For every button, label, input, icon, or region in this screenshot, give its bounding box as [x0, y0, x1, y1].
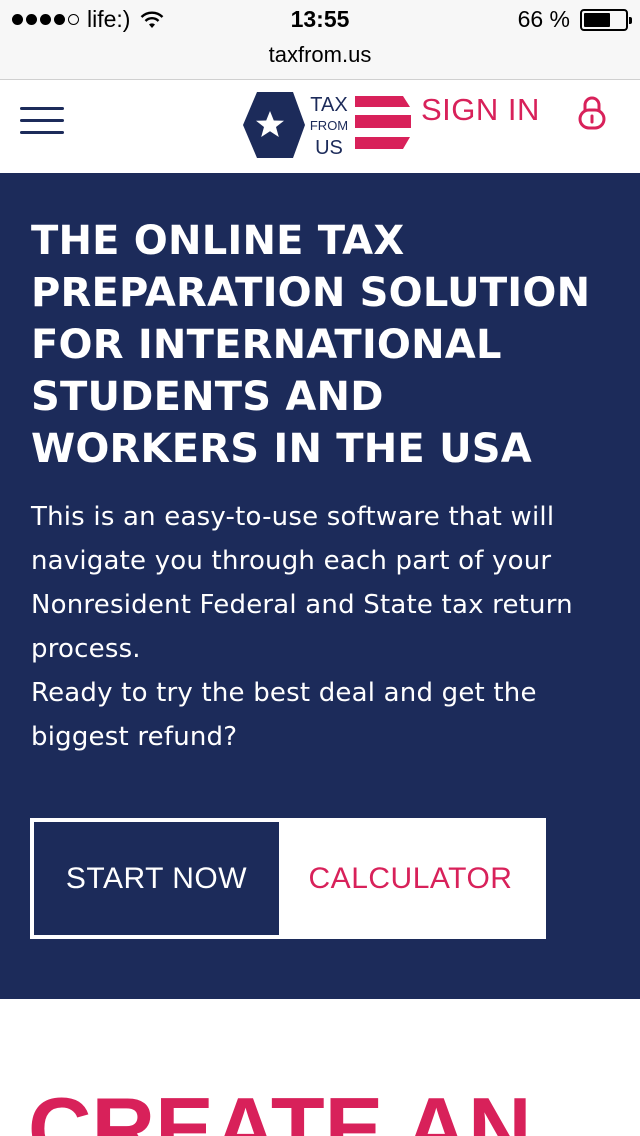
calculator-button[interactable]: CALCULATOR: [279, 822, 542, 935]
logo-text-line3: US: [315, 137, 343, 158]
hero-section: THE ONLINE TAX PREPARATION SOLUTION FOR …: [0, 173, 640, 999]
taxfromus-logo[interactable]: TAX FROM US: [243, 92, 413, 158]
battery-level: [584, 12, 611, 27]
section-heading: CREATE AN: [28, 1079, 532, 1136]
logo-stripe: [355, 96, 410, 107]
status-bar: life:) 13:55 66 %: [0, 0, 640, 40]
status-right: 66 %: [517, 6, 632, 33]
battery-percentage: 66 %: [517, 6, 570, 32]
logo-text-line2: FROM: [310, 118, 348, 133]
logo-stripe: [355, 115, 411, 128]
hero-description: This is an easy-to-use software that wil…: [31, 495, 621, 759]
site-header: TAX FROM US SIGN IN: [0, 80, 640, 173]
hero-description-paragraph: This is an easy-to-use software that wil…: [31, 502, 573, 664]
address-bar[interactable]: taxfrom.us: [0, 40, 640, 80]
hamburger-menu-icon[interactable]: [20, 106, 64, 138]
start-now-button[interactable]: START NOW: [34, 822, 279, 935]
hero-title: THE ONLINE TAX PREPARATION SOLUTION FOR …: [31, 218, 591, 472]
sign-in-link[interactable]: SIGN IN: [421, 92, 540, 128]
cta-button-group: START NOW CALCULATOR: [30, 818, 546, 939]
create-account-section: CREATE AN: [0, 999, 640, 1136]
logo-text-line1: TAX: [310, 94, 347, 116]
logo-stripe: [355, 137, 410, 149]
lock-icon[interactable]: [578, 96, 606, 130]
battery-icon: [580, 8, 632, 31]
hero-cta-question: Ready to try the best deal and get the b…: [31, 678, 537, 752]
